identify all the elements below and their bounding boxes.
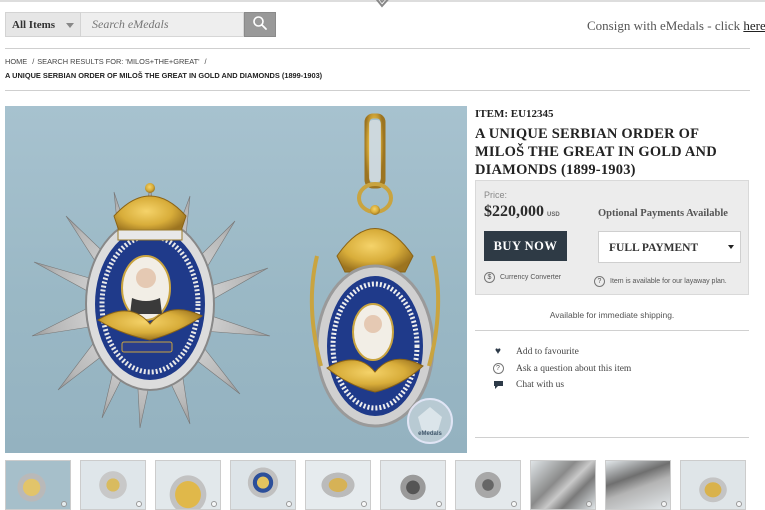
zoom-icon (661, 501, 667, 507)
breadcrumb-search-results[interactable]: SEARCH RESULTS FOR: 'MILOS+THE+GREAT' (37, 57, 199, 66)
price-amount: $220,000 USD (484, 203, 560, 220)
consign-link[interactable]: here (743, 18, 765, 33)
svg-text:eMedals: eMedals (418, 431, 442, 437)
medal-illustration: eMedals (31, 113, 453, 444)
breadcrumb-home[interactable]: HOME (5, 57, 27, 66)
add-to-favourite-link[interactable]: ♥ Add to favourite (492, 346, 579, 357)
payment-option-value: FULL PAYMENT (609, 242, 699, 254)
chat-icon (492, 380, 504, 390)
dollar-icon: $ (484, 272, 495, 283)
price-label: Price: (484, 190, 508, 200)
thumbnail[interactable] (5, 460, 71, 510)
main-product-photo[interactable]: eMedals (5, 106, 467, 453)
item-title: A UNIQUE SERBIAN ORDER OF MILOŠ THE GREA… (475, 126, 717, 178)
header-ornament-icon (375, 0, 389, 8)
chevron-down-icon (66, 23, 74, 28)
zoom-icon (361, 501, 367, 507)
shipping-note: Available for immediate shipping. (549, 310, 675, 320)
thumbnail[interactable] (155, 460, 221, 510)
zoom-icon (736, 501, 742, 507)
thumbnail[interactable] (680, 460, 746, 510)
ask-question-link[interactable]: ? Ask a question about this item (492, 363, 631, 374)
zoom-icon (211, 501, 217, 507)
zoom-icon (586, 501, 592, 507)
thumbnail[interactable] (230, 460, 296, 510)
item-id: ITEM: EU12345 (475, 108, 554, 120)
heart-icon: ♥ (495, 346, 501, 357)
payment-option-select[interactable]: FULL PAYMENT (598, 231, 741, 263)
thumbnail[interactable] (530, 460, 596, 510)
divider (475, 437, 749, 438)
emedals-watermark: eMedals (407, 398, 453, 444)
optional-payments-label: Optional Payments Available (598, 208, 728, 219)
search-button[interactable] (244, 12, 276, 37)
zoom-icon (61, 501, 67, 507)
divider (475, 330, 749, 331)
thumbnail[interactable] (605, 460, 671, 510)
divider (5, 48, 750, 49)
layaway-note: ? Item is available for our layaway plan… (594, 276, 727, 287)
consign-text: Consign with eMedals - click here. (587, 18, 765, 33)
question-icon: ? (492, 363, 504, 374)
zoom-icon (286, 501, 292, 507)
buy-now-button[interactable]: BUY NOW (484, 231, 567, 261)
search-icon (253, 16, 267, 30)
category-select[interactable]: All Items (5, 12, 81, 37)
zoom-icon (511, 501, 517, 507)
question-icon: ? (594, 276, 605, 287)
thumbnail[interactable] (305, 460, 371, 510)
category-select-value: All Items (12, 19, 56, 31)
chat-link[interactable]: Chat with us (492, 380, 564, 390)
currency-converter-link[interactable]: $ Currency Converter (484, 272, 561, 283)
zoom-icon (136, 501, 142, 507)
breadcrumb: HOME / SEARCH RESULTS FOR: 'MILOS+THE+GREA… (5, 57, 207, 66)
price-currency: USD (547, 212, 560, 218)
breadcrumb-current: A UNIQUE SERBIAN ORDER OF MILOŠ THE GREA… (5, 71, 323, 80)
thumbnail[interactable] (455, 460, 521, 510)
thumbnail[interactable] (80, 460, 146, 510)
chevron-down-icon (728, 245, 734, 249)
zoom-icon (436, 501, 442, 507)
thumbnail[interactable] (380, 460, 446, 510)
search-input[interactable] (81, 12, 244, 37)
divider (5, 90, 750, 91)
